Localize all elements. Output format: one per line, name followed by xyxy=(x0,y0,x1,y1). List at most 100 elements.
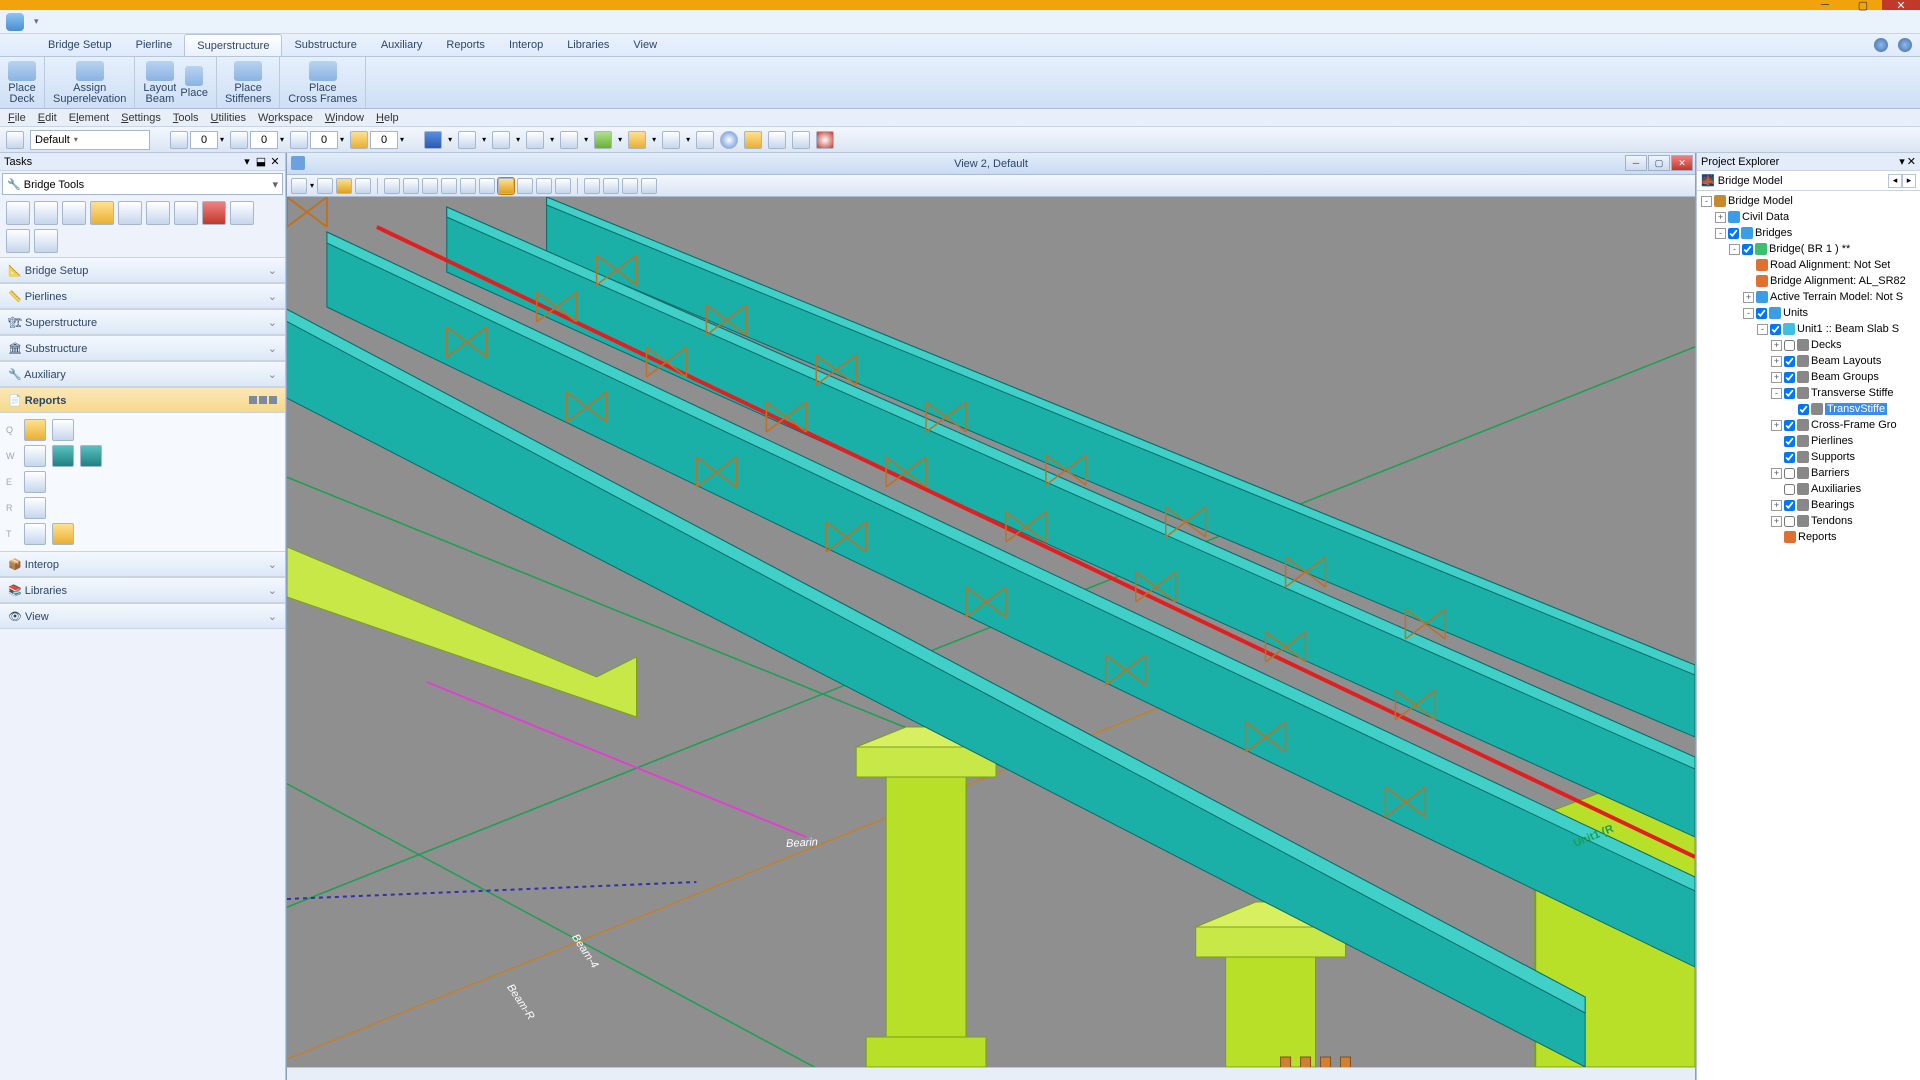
report-tool-t2[interactable] xyxy=(52,523,74,545)
tool-2[interactable] xyxy=(34,201,58,225)
toolbar-icon-i[interactable] xyxy=(696,131,714,149)
section-bridge-setup[interactable]: 📐 Bridge Setup⌄ xyxy=(0,257,285,283)
tab-bridge-setup[interactable]: Bridge Setup xyxy=(36,34,124,56)
ribbon-layout-beam[interactable]: LayoutBeam Place xyxy=(135,57,217,108)
tab-pierline[interactable]: Pierline xyxy=(124,34,185,56)
tool-6[interactable] xyxy=(146,201,170,225)
qat-dropdown-icon[interactable]: ▾ xyxy=(34,16,39,27)
ribbon-place-stiffeners[interactable]: PlaceStiffeners xyxy=(217,57,280,108)
tab-reports[interactable]: Reports xyxy=(434,34,497,56)
tree-item[interactable]: TransvStiffe xyxy=(1697,401,1920,417)
tree-item[interactable]: -Bridges xyxy=(1697,225,1920,241)
section-superstructure[interactable]: 🏗 Superstructure⌄ xyxy=(0,309,285,335)
section-pierlines[interactable]: 📏 Pierlines⌄ xyxy=(0,283,285,309)
report-tool-w2[interactable] xyxy=(52,445,74,467)
tool-3[interactable] xyxy=(62,201,86,225)
explorer-dropdown-icon[interactable]: ▾ xyxy=(1899,155,1905,168)
vt-14[interactable] xyxy=(641,178,657,194)
tab-libraries[interactable]: Libraries xyxy=(555,34,621,56)
toolbar-weight-spin[interactable]: ▾ xyxy=(290,131,344,149)
vt-8[interactable] xyxy=(517,178,533,194)
tree-item[interactable]: +Barriers xyxy=(1697,465,1920,481)
menu-file[interactable]: File xyxy=(8,112,26,124)
tool-11[interactable] xyxy=(34,229,58,253)
tree-item[interactable]: Bridge Alignment: AL_SR82 xyxy=(1697,273,1920,289)
tool-8[interactable] xyxy=(202,201,226,225)
toolbar-style-spin[interactable]: ▾ xyxy=(230,131,284,149)
tree-item[interactable]: +Beam Groups xyxy=(1697,369,1920,385)
menu-element[interactable]: Element xyxy=(69,112,109,124)
vt-3[interactable] xyxy=(336,178,352,194)
explorer-combo[interactable]: 🌉 Bridge Model ◂▸ xyxy=(1697,171,1920,191)
report-tool-r1[interactable] xyxy=(24,497,46,519)
toolbar-icon-g[interactable] xyxy=(628,131,646,149)
toolbar-fill-spin[interactable]: ▾ xyxy=(350,131,404,149)
tab-view[interactable]: View xyxy=(621,34,669,56)
toolbar-level-combo[interactable]: Default xyxy=(30,130,150,150)
vt-13[interactable] xyxy=(622,178,638,194)
vt-walk[interactable] xyxy=(498,178,514,194)
toolbar-color-spin[interactable]: ▾ xyxy=(170,131,224,149)
tool-10[interactable] xyxy=(6,229,30,253)
tree-item[interactable]: Pierlines xyxy=(1697,433,1920,449)
vt-9[interactable] xyxy=(536,178,552,194)
tool-pointer[interactable] xyxy=(6,201,30,225)
tasks-close-icon[interactable]: ✕ xyxy=(269,156,281,168)
viewport-3d[interactable]: Bearin Beam-4 Beam-R Unit1 (R xyxy=(287,197,1695,1067)
vt-rotate[interactable] xyxy=(460,178,476,194)
tree-item[interactable]: +Active Terrain Model: Not S xyxy=(1697,289,1920,305)
explorer-tree[interactable]: -Bridge Model+Civil Data-Bridges-Bridge(… xyxy=(1697,191,1920,1080)
menu-utilities[interactable]: Utilities xyxy=(211,112,246,124)
toolbar-icon-e[interactable] xyxy=(560,131,578,149)
vt-zoomin[interactable] xyxy=(403,178,419,194)
report-tool-e1[interactable] xyxy=(24,471,46,493)
tree-item[interactable]: -Transverse Stiffe xyxy=(1697,385,1920,401)
tree-item[interactable]: +Civil Data xyxy=(1697,209,1920,225)
tasks-pin-icon[interactable]: ⬓ xyxy=(255,156,267,168)
view-minimize-button[interactable]: ─ xyxy=(1625,155,1647,171)
menu-edit[interactable]: Edit xyxy=(38,112,57,124)
window-close-button[interactable]: ✕ xyxy=(1882,0,1920,10)
tab-auxiliary[interactable]: Auxiliary xyxy=(369,34,435,56)
vt-12[interactable] xyxy=(603,178,619,194)
app-icon[interactable] xyxy=(6,13,24,31)
explorer-nav-right[interactable]: ▸ xyxy=(1902,174,1916,188)
vt-11[interactable] xyxy=(584,178,600,194)
report-tool-q1[interactable] xyxy=(24,419,46,441)
menu-tools[interactable]: Tools xyxy=(173,112,199,124)
tree-item[interactable]: Road Alignment: Not Set xyxy=(1697,257,1920,273)
toolbar-icon-b[interactable] xyxy=(458,131,476,149)
explorer-close-icon[interactable]: ✕ xyxy=(1907,155,1916,168)
tab-substructure[interactable]: Substructure xyxy=(282,34,368,56)
toolbar-icon-l[interactable] xyxy=(792,131,810,149)
menu-window[interactable]: Window xyxy=(325,112,364,124)
toolbar-icon-j[interactable] xyxy=(744,131,762,149)
ribbon-assign-superelevation[interactable]: AssignSuperelevation xyxy=(45,57,135,108)
tab-superstructure[interactable]: Superstructure xyxy=(184,34,282,56)
report-tool-w3[interactable] xyxy=(80,445,102,467)
section-interop[interactable]: 📦 Interop⌄ xyxy=(0,551,285,577)
toolbar-icon-a[interactable] xyxy=(424,131,442,149)
view-close-button[interactable]: ✕ xyxy=(1671,155,1693,171)
tree-item[interactable]: +Cross-Frame Gro xyxy=(1697,417,1920,433)
tree-item[interactable]: +Bearings xyxy=(1697,497,1920,513)
vt-window[interactable] xyxy=(441,178,457,194)
tree-item[interactable]: Auxiliaries xyxy=(1697,481,1920,497)
report-tool-q2[interactable] xyxy=(52,419,74,441)
tab-interop[interactable]: Interop xyxy=(497,34,555,56)
tree-item[interactable]: +Tendons xyxy=(1697,513,1920,529)
user-icon[interactable] xyxy=(1874,38,1888,52)
report-tool-w1[interactable] xyxy=(24,445,46,467)
tree-item[interactable]: Supports xyxy=(1697,449,1920,465)
toolbar-icon-h[interactable] xyxy=(662,131,680,149)
vt-10[interactable] xyxy=(555,178,571,194)
toolbar-icon-d[interactable] xyxy=(526,131,544,149)
viewport-titlebar[interactable]: View 2, Default ─ ▢ ✕ xyxy=(287,153,1695,175)
tool-9[interactable] xyxy=(230,201,254,225)
ribbon-place-deck[interactable]: PlaceDeck xyxy=(0,57,45,108)
section-substructure[interactable]: 🏛 Substructure⌄ xyxy=(0,335,285,361)
tool-7[interactable] xyxy=(174,201,198,225)
window-maximize-button[interactable]: ▢ xyxy=(1844,0,1882,10)
ribbon-place-cross-frames[interactable]: PlaceCross Frames xyxy=(280,57,366,108)
tree-item[interactable]: -Bridge( BR 1 ) ** xyxy=(1697,241,1920,257)
